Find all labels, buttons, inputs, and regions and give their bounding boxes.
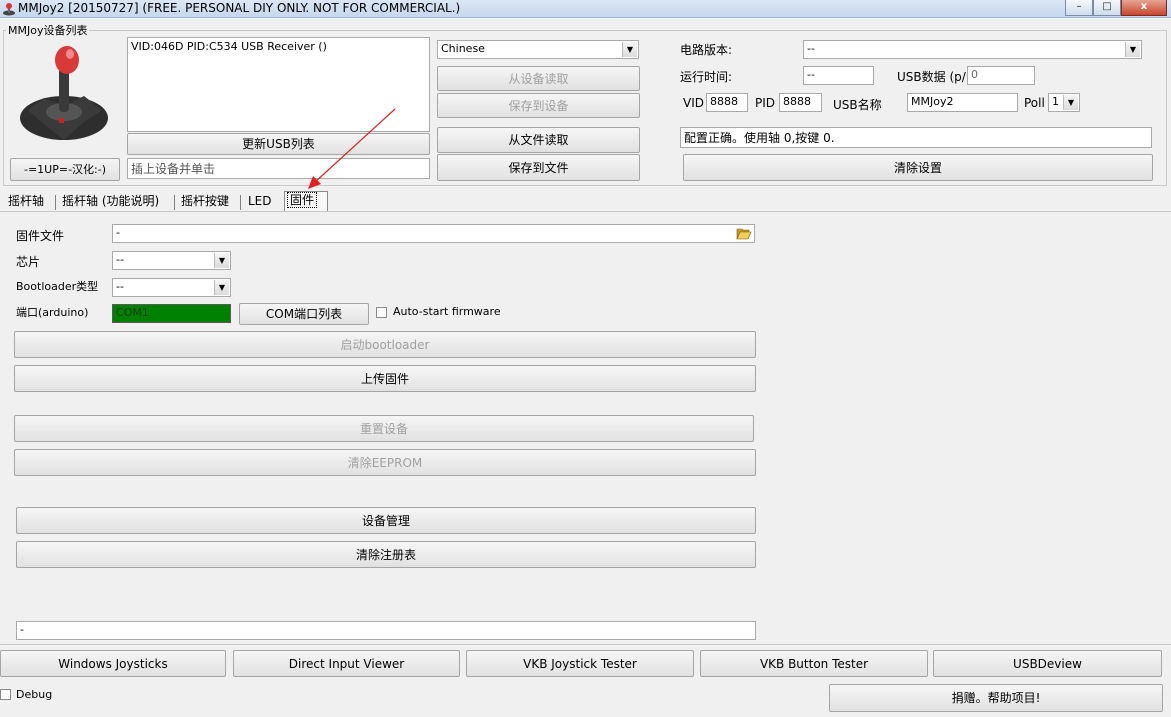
autostart-firmware-checkbox[interactable] (376, 307, 387, 318)
status-message-field: 配置正确。使用轴 0,按键 0. (680, 127, 1152, 148)
save-to-device-button[interactable]: 保存到设备 (437, 93, 640, 118)
upload-firmware-button[interactable]: 上传固件 (14, 365, 756, 392)
joystick-app-icon (3, 3, 15, 16)
annotation-arrow-icon (308, 108, 396, 189)
tab-led[interactable]: LED (246, 193, 274, 212)
tab-buttons[interactable]: 摇杆按键 (179, 193, 231, 212)
vid-label: VID (683, 96, 704, 110)
clear-registry-button[interactable]: 清除注册表 (16, 541, 756, 568)
poll-label: Poll (1024, 96, 1045, 110)
start-bootloader-button[interactable]: 启动bootloader (14, 331, 756, 358)
com-port-list-button[interactable]: COM端口列表 (239, 303, 369, 325)
bootloader-type-select[interactable]: -- ▼ (112, 278, 231, 297)
runtime-field: -- (803, 66, 874, 85)
direct-input-viewer-button[interactable]: Direct Input Viewer (233, 650, 460, 677)
chip-label: 芯片 (16, 255, 41, 269)
credit-button[interactable]: -=1UP=-汉化:-) (10, 158, 120, 181)
tab-separator (55, 195, 56, 210)
firmware-file-field[interactable]: - (112, 224, 755, 243)
tab-separator (174, 195, 175, 210)
language-select[interactable]: Chinese ▼ (437, 40, 639, 59)
usbdeview-button[interactable]: USBDeview (933, 650, 1162, 677)
debug-label: Debug (16, 688, 53, 701)
device-manager-button[interactable]: 设备管理 (16, 507, 756, 534)
firmware-log-field: - (16, 621, 756, 640)
close-button[interactable]: x (1121, 0, 1167, 16)
minimize-button[interactable]: – (1065, 0, 1093, 16)
chevron-down-icon[interactable]: ▼ (214, 253, 229, 268)
tab-axes[interactable]: 摇杆轴 (6, 193, 46, 212)
board-version-label: 电路版本: (680, 43, 733, 57)
window-controls: – □ x (1065, 0, 1167, 16)
windows-joysticks-button[interactable]: Windows Joysticks (0, 650, 226, 677)
pid-label: PID (755, 96, 776, 110)
maximize-button[interactable]: □ (1093, 0, 1121, 16)
debug-checkbox[interactable] (0, 689, 11, 700)
usb-name-field[interactable]: MMJoy2 (907, 93, 1018, 112)
chevron-down-icon[interactable]: ▼ (214, 280, 229, 295)
device-list-item[interactable]: VID:046D PID:C534 USB Receiver () (131, 40, 426, 53)
usb-name-label: USB名称 (833, 98, 882, 112)
board-version-select[interactable]: -- ▼ (803, 40, 1142, 59)
runtime-label: 运行时间: (680, 70, 733, 84)
chevron-down-icon[interactable]: ▼ (1063, 95, 1078, 110)
autostart-firmware-label: Auto-start firmware (393, 305, 501, 318)
clear-settings-button[interactable]: 清除设置 (683, 154, 1153, 181)
read-from-device-button[interactable]: 从设备读取 (437, 66, 640, 91)
clear-eeprom-button[interactable]: 清除EEPROM (14, 449, 756, 476)
vid-field[interactable]: 8888 (706, 93, 748, 112)
bootloader-type-label: Bootloader类型 (16, 280, 99, 293)
usb-data-field: 0 (967, 66, 1035, 85)
joystick-image (20, 46, 108, 140)
chevron-down-icon[interactable]: ▼ (622, 42, 637, 57)
read-from-file-button[interactable]: 从文件读取 (437, 127, 640, 153)
usb-data-label: USB数据 (p/ (897, 70, 966, 84)
vkb-joystick-tester-button[interactable]: VKB Joystick Tester (466, 650, 694, 677)
bootloader-type-value: -- (116, 280, 124, 293)
tab-separator (240, 195, 241, 210)
window-title: MMJoy2 [20150727] (FREE. PERSONAL DIY ON… (18, 1, 461, 15)
board-version-value: -- (807, 42, 815, 55)
tab-axes-help[interactable]: 摇杆轴 (功能说明) (60, 193, 161, 212)
donate-button[interactable]: 捐赠。帮助项目! (829, 684, 1163, 712)
poll-select[interactable]: 1 ▼ (1048, 93, 1080, 112)
firmware-file-value: - (116, 226, 120, 239)
port-label: 端口(arduino) (16, 306, 89, 319)
chip-select[interactable]: -- ▼ (112, 251, 231, 270)
title-bar: MMJoy2 [20150727] (FREE. PERSONAL DIY ON… (0, 0, 1171, 18)
save-to-file-button[interactable]: 保存到文件 (437, 154, 640, 181)
language-value: Chinese (441, 42, 485, 55)
chevron-down-icon[interactable]: ▼ (1125, 42, 1140, 57)
firmware-file-label: 固件文件 (16, 229, 65, 243)
poll-value: 1 (1052, 95, 1059, 108)
vkb-button-tester-button[interactable]: VKB Button Tester (700, 650, 928, 677)
chip-value: -- (116, 253, 124, 266)
reset-device-button[interactable]: 重置设备 (14, 415, 754, 442)
device-group-label: MMJoy设备列表 (6, 22, 90, 38)
port-status-field: COM1 (112, 304, 231, 323)
pid-field[interactable]: 8888 (779, 93, 822, 112)
folder-open-icon[interactable] (736, 226, 752, 240)
